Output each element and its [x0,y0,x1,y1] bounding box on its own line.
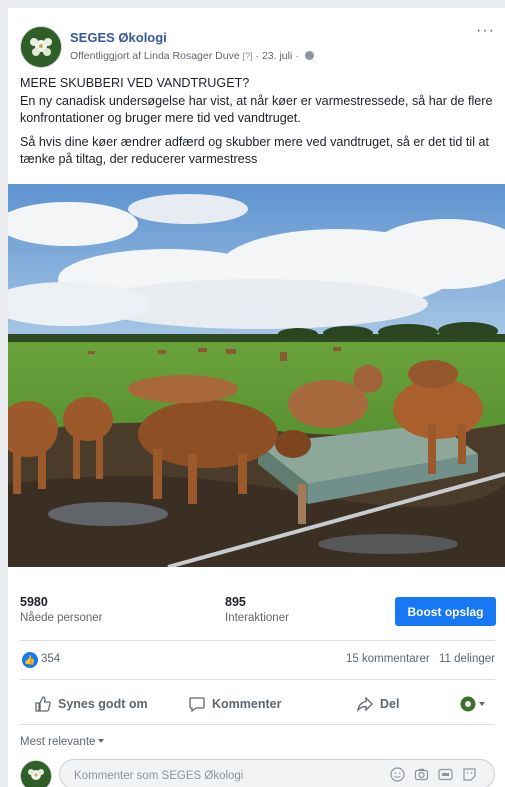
divider [20,640,495,641]
post-photo[interactable] [8,184,505,567]
share-count[interactable]: 11 delinger [439,653,495,665]
chevron-down-icon [98,739,105,743]
comment-count[interactable]: 15 kommentarer [346,653,430,665]
comment-icon [189,697,205,713]
audience-selector[interactable] [460,692,485,716]
like-button-label: Synes godt om [58,697,148,711]
share-button[interactable]: Del [356,692,399,716]
like-count[interactable]: 354 [41,653,60,665]
more-options-button[interactable]: ··· [476,22,495,40]
reach-value: 5980 [20,595,48,609]
globe-icon [304,51,314,60]
sticker-icon[interactable] [462,767,477,782]
comment-sort-dropdown[interactable]: Mest relevante [20,736,105,748]
interactions-label: Interaktioner [225,612,289,624]
page-avatar-icon [460,696,476,712]
emoji-icon[interactable] [390,767,405,782]
commenter-avatar [20,760,52,787]
boost-post-button[interactable]: Boost opslag [395,597,496,626]
chevron-down-icon [479,702,485,706]
like-reaction-icon[interactable]: 👍 [22,652,38,668]
page-avatar[interactable] [20,26,62,68]
divider [20,724,495,725]
comment-composer [59,759,495,787]
comment-button-label: Kommenter [212,697,282,711]
comment-share-counts: 15 kommentarer 11 delinger [346,653,495,665]
comment-input[interactable] [72,766,366,785]
reach-label: Nåede personer [20,612,103,624]
post-date[interactable]: 23. juli [262,50,292,62]
post-card: SEGES Økologi Offentliggjort af Linda Ro… [8,8,505,787]
camera-icon[interactable] [414,767,429,782]
like-icon [35,696,51,712]
post-meta: Offentliggjort af Linda Rosager Duve [?]… [70,50,314,62]
gif-icon[interactable] [438,767,453,782]
comment-sort-label: Mest relevante [20,736,96,748]
like-button[interactable]: Synes godt om [34,692,148,716]
post-headline: MERE SKUBBERI VED VANDTRUGET? [20,76,250,90]
post-text: MERE SKUBBERI VED VANDTRUGET? En ny cana… [20,75,502,175]
share-button-label: Del [380,697,400,711]
interactions-value: 895 [225,595,246,609]
published-by: Offentliggjort af Linda Rosager Duve [70,50,240,62]
post-paragraph: Så hvis dine køer ændrer adfærd og skubb… [20,134,490,167]
divider [20,679,495,680]
help-mark[interactable]: [?] [243,51,253,61]
page-name-link[interactable]: SEGES Økologi [70,30,167,45]
comment-button[interactable]: Kommenter [188,692,281,716]
post-paragraph: En ny canadisk undersøgelse har vist, at… [20,93,493,126]
share-icon [357,696,373,713]
